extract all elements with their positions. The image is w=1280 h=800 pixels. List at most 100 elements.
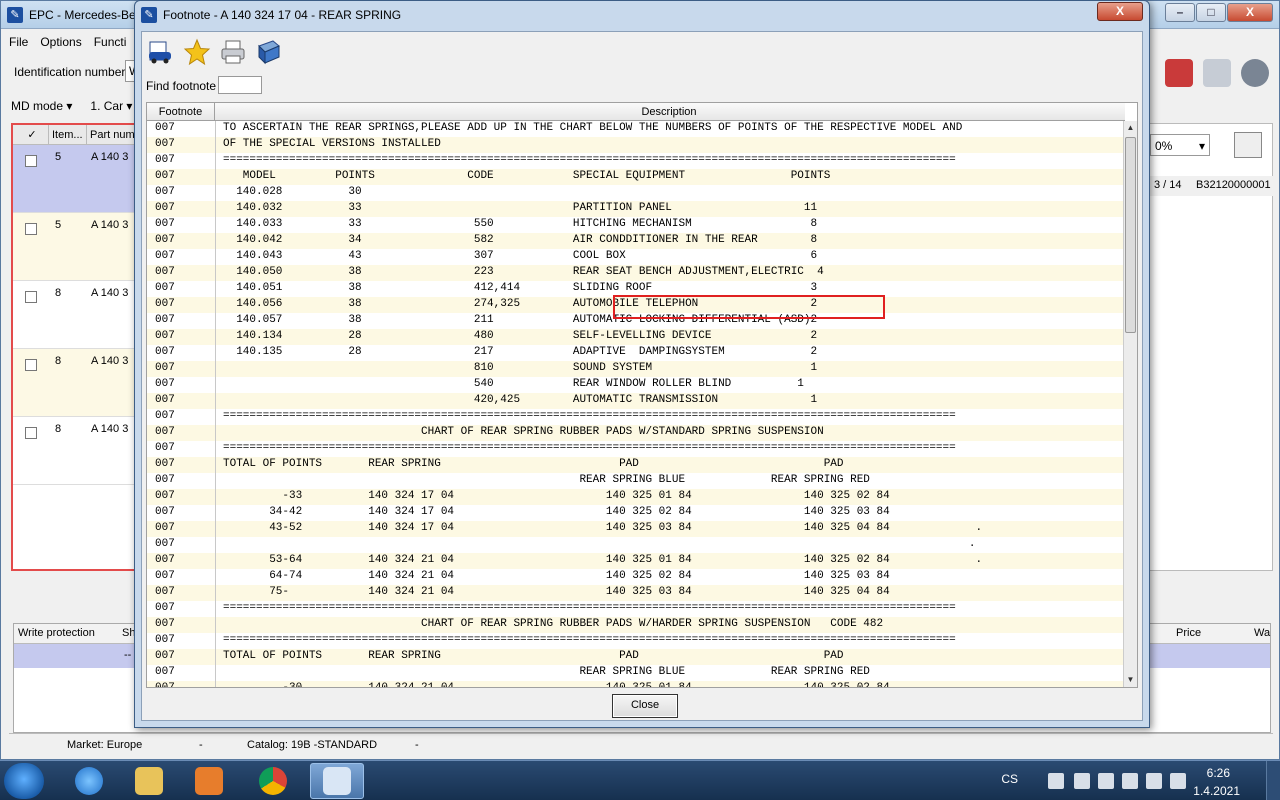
- parts-list-row[interactable]: 8 A 140 3: [13, 281, 137, 349]
- footnote-row[interactable]: 007 =====================================…: [147, 601, 1125, 617]
- taskbar-app-active[interactable]: [310, 763, 364, 799]
- footnote-row[interactable]: 007 MODEL POINTS CODE SPECIAL EQUIPMENT …: [147, 169, 1125, 185]
- volume-icon[interactable]: [1170, 773, 1186, 789]
- maximize-button[interactable]: □: [1196, 3, 1226, 22]
- parts-list-row[interactable]: 5 A 140 3: [13, 145, 137, 213]
- footnote-row[interactable]: 007 TOTAL OF POINTS REAR SPRING PAD PAD: [147, 649, 1125, 665]
- footnote-row[interactable]: 007 REAR SPRING BLUE REAR SPRING RED: [147, 473, 1125, 489]
- footnote-row[interactable]: 007 140.134 28 480 SELF-LEVELLING DEVICE…: [147, 329, 1125, 345]
- parts-list-row[interactable]: 8 A 140 3: [13, 417, 137, 485]
- menu-functions[interactable]: Functi: [94, 31, 127, 53]
- menu-bar: File Options Functi: [9, 31, 126, 53]
- network-icon[interactable]: [1048, 773, 1064, 789]
- show-desktop-button[interactable]: [1266, 761, 1280, 800]
- footnote-row[interactable]: 007 CHART OF REAR SPRING RUBBER PADS W/H…: [147, 617, 1125, 633]
- settings-icon[interactable]: [1241, 59, 1269, 87]
- footnote-row[interactable]: 007 34-42 140 324 17 04 140 325 02 84 14…: [147, 505, 1125, 521]
- footnote-row[interactable]: 007 140.050 38 223 REAR SEAT BENCH ADJUS…: [147, 265, 1125, 281]
- footnote-row[interactable]: 007 540 REAR WINDOW ROLLER BLIND 1: [147, 377, 1125, 393]
- footnote-description: TOTAL OF POINTS REAR SPRING PAD PAD: [223, 458, 844, 470]
- price-header[interactable]: Price: [1176, 627, 1201, 639]
- taskbar-app[interactable]: [122, 763, 176, 799]
- clock-time[interactable]: 6:26: [1207, 766, 1230, 780]
- footnote-row[interactable]: 007 -30 140 324 21 04 140 325 01 84 140 …: [147, 681, 1125, 687]
- document-icon[interactable]: [1234, 132, 1262, 158]
- start-button-icon[interactable]: [4, 763, 44, 799]
- menu-options[interactable]: Options: [40, 31, 81, 53]
- column-separator: [215, 601, 216, 617]
- clock-date[interactable]: 1.4.2021: [1193, 784, 1240, 798]
- top-right-toolbar: [1165, 59, 1269, 87]
- footnote-row[interactable]: 007 =====================================…: [147, 633, 1125, 649]
- footnote-row[interactable]: 007 810 SOUND SYSTEM 1: [147, 361, 1125, 377]
- vertical-scrollbar[interactable]: ▲ ▼: [1123, 121, 1137, 687]
- parts-list-row[interactable]: 5 A 140 3: [13, 213, 137, 281]
- footnote-row[interactable]: 007 TOTAL OF POINTS REAR SPRING PAD PAD: [147, 457, 1125, 473]
- printer-icon[interactable]: [218, 36, 248, 68]
- footnote-row[interactable]: 007 420,425 AUTOMATIC TRANSMISSION 1: [147, 393, 1125, 409]
- write-protection-header[interactable]: Write protection: [18, 627, 95, 639]
- car-lift-icon[interactable]: [1165, 59, 1193, 87]
- dialog-title-bar[interactable]: ✎ Footnote - A 140 324 17 04 - REAR SPRI…: [135, 1, 1149, 29]
- find-footnote-input[interactable]: [218, 76, 262, 94]
- footnote-number: 007: [155, 442, 175, 454]
- scroll-thumb[interactable]: [1125, 137, 1136, 333]
- book-icon[interactable]: [254, 36, 284, 68]
- footnote-row[interactable]: 007 .: [147, 537, 1125, 553]
- zoom-value: 0%: [1155, 139, 1173, 153]
- parts-list-row[interactable]: 8 A 140 3: [13, 349, 137, 417]
- taskbar-app[interactable]: [182, 763, 236, 799]
- taskbar-app[interactable]: [62, 763, 116, 799]
- md-mode-dropdown[interactable]: MD mode ▾: [11, 97, 72, 115]
- zoom-select[interactable]: 0% ▾: [1150, 134, 1210, 156]
- tray-app-icon[interactable]: [1098, 773, 1114, 789]
- row-checkbox[interactable]: [25, 427, 37, 439]
- minimize-button[interactable]: –: [1165, 3, 1195, 22]
- footnote-row[interactable]: 007 -33 140 324 17 04 140 325 01 84 140 …: [147, 489, 1125, 505]
- scroll-down-arrow-icon[interactable]: ▼: [1124, 673, 1137, 687]
- footnote-row[interactable]: 007 REAR SPRING BLUE REAR SPRING RED: [147, 665, 1125, 681]
- footnote-row[interactable]: 007 TO ASCERTAIN THE REAR SPRINGS,PLEASE …: [147, 121, 1125, 137]
- row-checkbox[interactable]: [25, 359, 37, 371]
- wa-header[interactable]: Wa: [1254, 627, 1270, 639]
- close-button[interactable]: Close: [612, 694, 678, 718]
- row-checkbox[interactable]: [25, 155, 37, 167]
- footnote-row[interactable]: 007 140.043 43 307 COOL BOX 6: [147, 249, 1125, 265]
- footnote-row[interactable]: 007 64-74 140 324 21 04 140 325 02 84 14…: [147, 569, 1125, 585]
- footnote-row[interactable]: 007 OF THE SPECIAL VERSIONS INSTALLED: [147, 137, 1125, 153]
- device-icon[interactable]: [1122, 773, 1138, 789]
- footnote-row[interactable]: 007 53-64 140 324 21 04 140 325 01 84 14…: [147, 553, 1125, 569]
- footnote-row[interactable]: 007 140.032 33 PARTITION PANEL 11: [147, 201, 1125, 217]
- footnote-row[interactable]: 007 140.042 34 582 AIR CONDDITIONER IN T…: [147, 233, 1125, 249]
- footnote-row[interactable]: 007 CHART OF REAR SPRING RUBBER PADS W/S…: [147, 425, 1125, 441]
- dialog-close-x-button[interactable]: X: [1097, 2, 1143, 21]
- footnote-description: TO ASCERTAIN THE REAR SPRINGS,PLEASE ADD…: [223, 122, 963, 134]
- footnote-row[interactable]: 007 140.028 30: [147, 185, 1125, 201]
- row-checkbox[interactable]: [25, 223, 37, 235]
- car-selector-dropdown[interactable]: 1. Car ▾: [90, 97, 132, 115]
- mail-icon[interactable]: [1203, 59, 1231, 87]
- signal-icon[interactable]: [1146, 773, 1162, 789]
- main-close-button[interactable]: X: [1227, 3, 1273, 22]
- footnote-row[interactable]: 007 140.135 28 217 ADAPTIVE DAMPINGSYSTE…: [147, 345, 1125, 361]
- footnote-row[interactable]: 007 =====================================…: [147, 441, 1125, 457]
- footnote-row[interactable]: 007 =====================================…: [147, 153, 1125, 169]
- language-indicator[interactable]: CS: [1001, 772, 1018, 786]
- star-icon[interactable]: [182, 36, 212, 68]
- item-column-header[interactable]: Item...: [49, 125, 87, 144]
- menu-file[interactable]: File: [9, 31, 28, 53]
- car-icon[interactable]: [146, 36, 176, 68]
- taskbar-app[interactable]: [246, 763, 300, 799]
- epc-logo-icon: ✎: [141, 7, 157, 23]
- row-checkbox[interactable]: [25, 291, 37, 303]
- footnote-row[interactable]: 007 43-52 140 324 17 04 140 325 03 84 14…: [147, 521, 1125, 537]
- check-column-header[interactable]: ✓: [13, 125, 49, 144]
- scroll-up-arrow-icon[interactable]: ▲: [1124, 121, 1137, 135]
- footnote-row[interactable]: 007 =====================================…: [147, 409, 1125, 425]
- sync-icon[interactable]: [1074, 773, 1090, 789]
- description-column-header[interactable]: Description: [215, 103, 1123, 121]
- footnote-column-header[interactable]: Footnote: [147, 103, 215, 121]
- part-number-column-header[interactable]: Part num: [87, 125, 137, 144]
- footnote-row[interactable]: 007 75- 140 324 21 04 140 325 03 84 140 …: [147, 585, 1125, 601]
- footnote-row[interactable]: 007 140.033 33 550 HITCHING MECHANISM 8: [147, 217, 1125, 233]
